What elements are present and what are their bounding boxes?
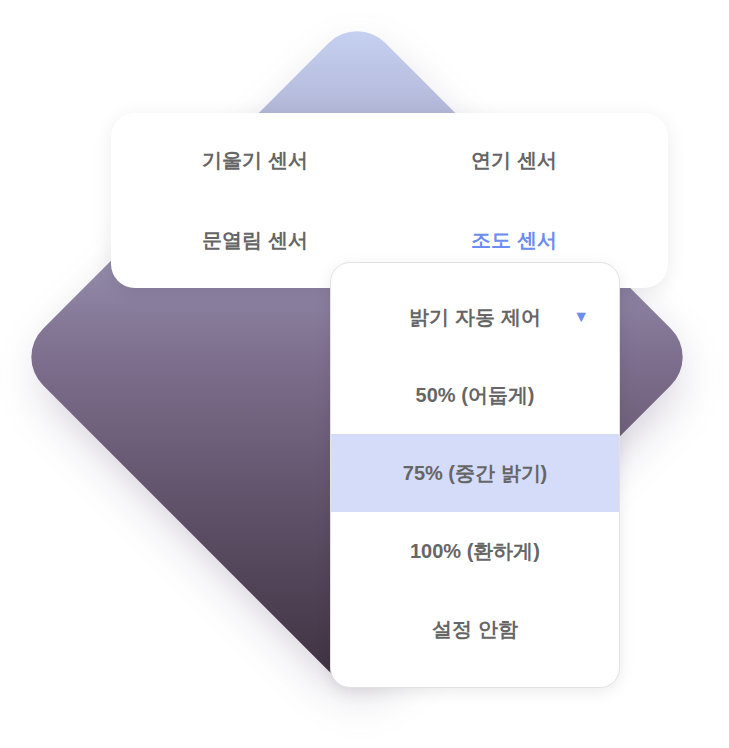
sensor-item[interactable]: 문열림 센서 [141, 220, 369, 260]
dropdown-option[interactable]: 100% (환하게) [331, 512, 619, 590]
brightness-dropdown: 밝기 자동 제어 ▼ 50% (어둡게)75% (중간 밝기)100% (환하게)설… [330, 262, 620, 688]
dropdown-option[interactable]: 설정 안함 [331, 590, 619, 668]
dropdown-label: 밝기 자동 제어 [409, 302, 540, 332]
dropdown-header[interactable]: 밝기 자동 제어 ▼ [331, 278, 619, 356]
dropdown-option[interactable]: 50% (어둡게) [331, 356, 619, 434]
sensor-item[interactable]: 조도 센서 [400, 220, 628, 260]
dropdown-arrow-icon: ▼ [573, 305, 589, 329]
sensor-item[interactable]: 기울기 센서 [141, 140, 369, 180]
dropdown-option[interactable]: 75% (중간 밝기) [331, 434, 619, 512]
page: 기울기 센서 연기 센서문열림 센서 조도 센서밝기 자동 제어 ▼ 50% (어둡게)… [0, 0, 729, 748]
sensor-item[interactable]: 연기 센서 [400, 140, 628, 180]
